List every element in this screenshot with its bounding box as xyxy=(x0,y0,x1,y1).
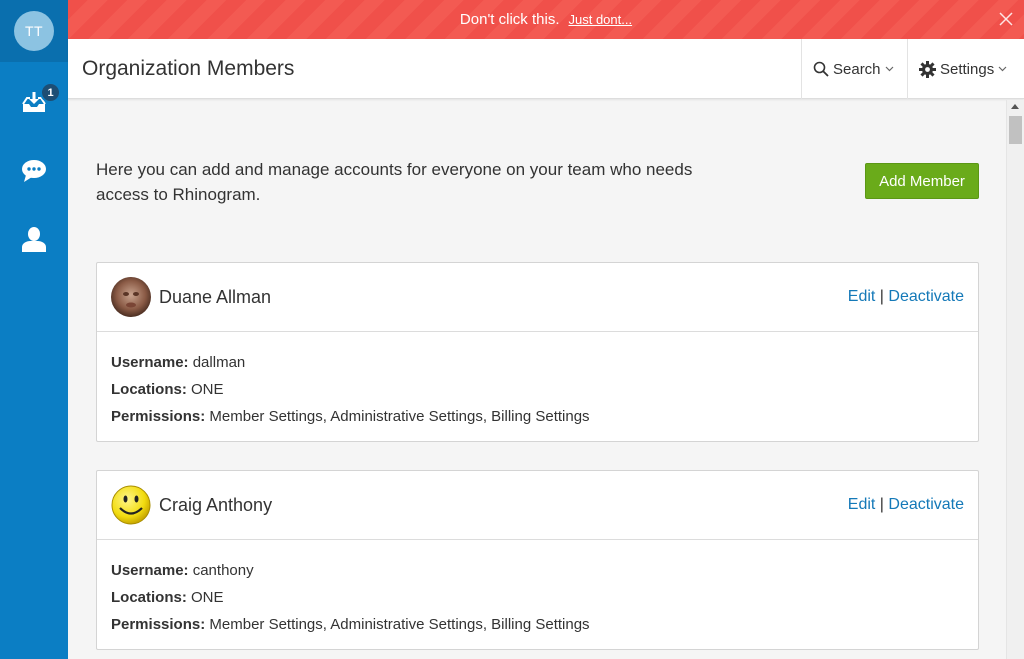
username-row: Username: canthony xyxy=(111,557,964,584)
deactivate-link[interactable]: Deactivate xyxy=(888,496,964,513)
edit-link[interactable]: Edit xyxy=(848,288,876,305)
banner-link[interactable]: Just dont... xyxy=(568,12,632,27)
sidebar-item-chat[interactable] xyxy=(0,146,68,196)
locations-value: ONE xyxy=(191,589,224,606)
scroll-up-arrow-icon[interactable] xyxy=(1011,104,1019,109)
main-content: Here you can add and manage accounts for… xyxy=(68,100,1006,659)
locations-value: ONE xyxy=(191,381,224,398)
search-icon xyxy=(813,61,829,77)
locations-label: Locations: xyxy=(111,589,187,606)
member-card-header: Duane Allman Edit | Deactivate xyxy=(97,263,978,332)
permissions-value: Member Settings, Administrative Settings… xyxy=(209,408,590,425)
action-separator: | xyxy=(879,496,884,513)
deactivate-link[interactable]: Deactivate xyxy=(888,288,964,305)
chevron-down-icon xyxy=(998,66,1007,72)
add-member-button[interactable]: Add Member xyxy=(865,163,979,199)
username-label: Username: xyxy=(111,562,189,579)
member-card-header: Craig Anthony Edit | Deactivate xyxy=(97,471,978,540)
action-separator: | xyxy=(879,288,884,305)
sidebar-item-contacts[interactable] xyxy=(0,214,68,264)
username-value: dallman xyxy=(192,354,246,371)
sidebar-user-area: TT xyxy=(0,0,68,62)
intro-text: Here you can add and manage accounts for… xyxy=(96,160,693,204)
inbox-badge: 1 xyxy=(40,82,61,103)
locations-row: Locations: ONE xyxy=(111,584,964,611)
permissions-row: Permissions: Member Settings, Administra… xyxy=(111,403,964,430)
member-details: Username: canthony Locations: ONE Permis… xyxy=(97,540,978,638)
permissions-label: Permissions: xyxy=(111,408,206,425)
username-label: Username: xyxy=(111,354,189,371)
page-title: Organization Members xyxy=(82,57,295,80)
banner-message: Don't click this. xyxy=(459,11,560,28)
member-card: Duane Allman Edit | Deactivate Username:… xyxy=(96,262,979,442)
settings-label: Settings xyxy=(940,60,995,78)
scrollbar-thumb[interactable] xyxy=(1009,116,1022,144)
permissions-label: Permissions: xyxy=(111,616,206,633)
search-dropdown[interactable]: Search xyxy=(801,39,907,99)
username-row: Username: dallman xyxy=(111,349,964,376)
sidebar: TT 1 xyxy=(0,0,68,659)
chat-bubble-icon xyxy=(22,160,46,182)
permissions-row: Permissions: Member Settings, Administra… xyxy=(111,611,964,638)
user-icon xyxy=(22,227,46,252)
alert-banner: Don't click this. Just dont... xyxy=(68,0,1024,39)
vertical-scrollbar[interactable] xyxy=(1006,100,1024,659)
sidebar-item-inbox[interactable]: 1 xyxy=(0,78,68,128)
edit-link[interactable]: Edit xyxy=(848,496,876,513)
member-actions: Edit | Deactivate xyxy=(848,496,964,514)
settings-dropdown[interactable]: Settings xyxy=(907,39,1024,99)
member-name: Duane Allman xyxy=(159,287,272,307)
member-details: Username: dallman Locations: ONE Permiss… xyxy=(97,332,978,430)
member-actions: Edit | Deactivate xyxy=(848,288,964,306)
locations-row: Locations: ONE xyxy=(111,376,964,403)
user-avatar[interactable]: TT xyxy=(14,11,54,51)
chevron-down-icon xyxy=(885,66,893,72)
member-card: Craig Anthony Edit | Deactivate Username… xyxy=(96,470,979,650)
username-value: canthony xyxy=(192,562,254,579)
avatar xyxy=(111,277,151,317)
search-label: Search xyxy=(833,60,881,78)
gear-icon xyxy=(919,60,936,78)
member-name: Craig Anthony xyxy=(159,495,273,515)
avatar xyxy=(111,485,151,525)
page-header: Organization Members Search Settings xyxy=(68,39,1024,99)
locations-label: Locations: xyxy=(111,381,187,398)
close-icon[interactable] xyxy=(998,11,1014,27)
permissions-value: Member Settings, Administrative Settings… xyxy=(209,616,590,633)
